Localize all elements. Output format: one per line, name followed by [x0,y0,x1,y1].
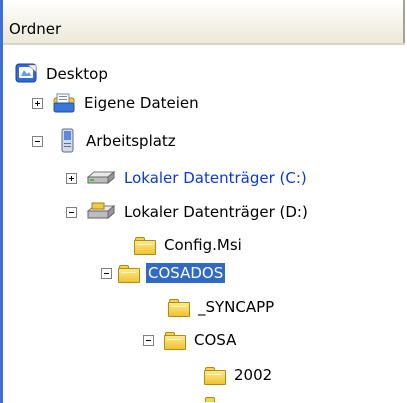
pane-left-border [0,0,3,403]
tree-label-drive-c: Lokaler Datenträger (C:) [124,169,307,187]
expand-eigene-dateien-button[interactable] [32,98,43,109]
tree-node-partial [204,396,226,403]
tree-node-drive-c[interactable]: Lokaler Datenträger (C:) [86,164,309,192]
folder-icon [168,298,190,317]
desktop-icon [14,62,38,86]
collapse-cosa-button[interactable] [143,335,154,346]
tree-node-desktop[interactable]: Desktop [14,60,110,88]
pane-title: Ordner [9,20,62,38]
tree-label-desktop: Desktop [46,65,108,83]
header-right-edge [403,0,405,43]
hard-drive-open-icon [86,202,116,222]
folder-icon [204,396,226,403]
tree-label-config-msi: Config.Msi [164,236,242,254]
collapse-cosados-button[interactable] [101,268,112,279]
tree-node-arbeitsplatz[interactable]: Arbeitsplatz [58,127,178,155]
tree-node-eigene-dateien[interactable]: Eigene Dateien [52,89,201,117]
tree-node-2002[interactable]: 2002 [204,361,274,389]
hard-drive-icon [86,169,116,187]
open-folder-icon [164,331,186,350]
expand-drive-c-button[interactable] [66,173,77,184]
tree-label-cosados: COSADOS [146,263,226,283]
tree-label-eigene-dateien: Eigene Dateien [84,94,199,112]
tree-label-drive-d: Lokaler Datenträger (D:) [124,203,308,221]
tree-label-arbeitsplatz: Arbeitsplatz [86,132,176,150]
tree-label-syncapp: _SYNCAPP [198,298,275,316]
collapse-drive-d-button[interactable] [66,207,77,218]
folder-icon [204,366,226,385]
computer-icon [58,128,78,154]
tree-node-config-msi[interactable]: Config.Msi [134,231,244,259]
open-folder-icon [118,264,140,283]
tree-label-2002: 2002 [234,366,273,384]
tree-node-cosa[interactable]: COSA [164,326,238,354]
tree-node-cosados[interactable]: COSADOS [118,259,226,287]
tree-node-syncapp[interactable]: _SYNCAPP [168,293,276,321]
collapse-arbeitsplatz-button[interactable] [32,136,43,147]
folder-icon [134,236,156,255]
tree-node-drive-d[interactable]: Lokaler Datenträger (D:) [86,198,310,226]
tree-label-cosa: COSA [194,331,237,349]
folder-pane-header: Ordner [3,0,405,45]
documents-folder-icon [52,91,76,115]
